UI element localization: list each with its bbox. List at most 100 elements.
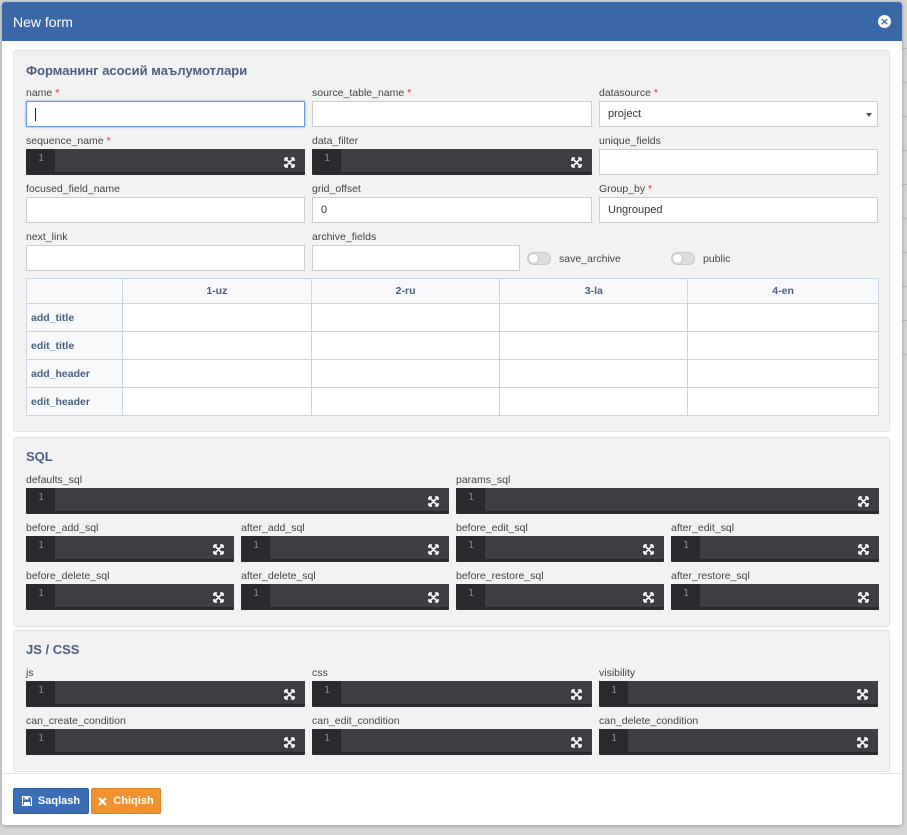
table-cell[interactable] xyxy=(121,303,312,332)
expand-icon[interactable] xyxy=(858,592,869,603)
expand-icon[interactable] xyxy=(857,737,868,748)
table-row: edit_title xyxy=(26,331,879,360)
grid-offset-label: grid_offset xyxy=(312,183,361,195)
unique-fields-input[interactable] xyxy=(599,149,878,175)
table-cell[interactable] xyxy=(310,359,501,388)
modal-footer: Saqlash Chiqish xyxy=(2,773,902,825)
table-cell[interactable] xyxy=(499,387,689,416)
before-delete-sql-editor[interactable]: 1 xyxy=(26,584,234,610)
column-header: 4-en xyxy=(687,278,879,304)
table-cell[interactable] xyxy=(687,331,879,360)
expand-icon[interactable] xyxy=(643,592,654,603)
js-editor[interactable]: 1 xyxy=(26,681,305,707)
expand-icon[interactable] xyxy=(571,689,582,700)
after-delete-sql-editor[interactable]: 1 xyxy=(241,584,449,610)
line-number: 1 xyxy=(599,729,628,752)
expand-icon[interactable] xyxy=(428,544,439,555)
defaults-sql-editor[interactable]: 1 xyxy=(26,488,449,514)
table-cell[interactable] xyxy=(121,331,312,360)
params-sql-editor[interactable]: 1 xyxy=(456,488,879,514)
table-cell[interactable] xyxy=(499,359,689,388)
name-field: name * xyxy=(26,87,305,127)
table-cell[interactable] xyxy=(499,331,689,360)
after-edit-sql-editor[interactable]: 1 xyxy=(671,536,879,562)
css-label: css xyxy=(312,667,328,679)
group-by-input[interactable]: Ungrouped xyxy=(599,197,878,223)
column-header: 2-ru xyxy=(310,278,501,304)
next-link-input[interactable] xyxy=(26,245,305,271)
expand-icon[interactable] xyxy=(284,689,295,700)
expand-icon[interactable] xyxy=(213,544,224,555)
table-cell[interactable] xyxy=(687,359,879,388)
before-restore-sql-editor[interactable]: 1 xyxy=(456,584,664,610)
table-cell[interactable] xyxy=(121,387,312,416)
expand-icon[interactable] xyxy=(858,496,869,507)
expand-icon[interactable] xyxy=(284,737,295,748)
sequence-name-field: sequence_name * 1 xyxy=(26,135,305,175)
expand-icon[interactable] xyxy=(858,544,869,555)
js-css-section: JS / CSS js 1 css 1 visibility 1 can_cre… xyxy=(13,630,890,772)
can-delete-condition-editor[interactable]: 1 xyxy=(599,729,878,755)
before-edit-sql-editor[interactable]: 1 xyxy=(456,536,664,562)
expand-icon[interactable] xyxy=(643,544,654,555)
name-input[interactable] xyxy=(26,101,305,127)
focused-field-name-label: focused_field_name xyxy=(26,183,120,195)
expand-icon[interactable] xyxy=(571,737,582,748)
expand-icon[interactable] xyxy=(284,157,295,168)
visibility-editor[interactable]: 1 xyxy=(599,681,878,707)
line-number: 1 xyxy=(26,584,55,607)
focused-field-name-input[interactable] xyxy=(26,197,305,223)
expand-icon[interactable] xyxy=(428,496,439,507)
can-edit-condition-editor[interactable]: 1 xyxy=(312,729,592,755)
can-create-condition-editor[interactable]: 1 xyxy=(26,729,305,755)
after-restore-sql-editor[interactable]: 1 xyxy=(671,584,879,610)
column-header: 1-uz xyxy=(121,278,312,304)
next-link-field: next_link xyxy=(26,231,305,271)
line-number: 1 xyxy=(599,681,628,704)
close-x-icon xyxy=(98,796,108,806)
table-cell[interactable] xyxy=(310,303,501,332)
table-cell[interactable] xyxy=(687,387,879,416)
public-label: public xyxy=(703,252,731,265)
grid-offset-input[interactable]: 0 xyxy=(312,197,592,223)
sql-title: SQL xyxy=(26,449,53,464)
exit-button[interactable]: Chiqish xyxy=(91,788,161,814)
modal-body: Форманинг асосий маълумотлари name * sou… xyxy=(2,41,902,773)
after-add-sql-editor[interactable]: 1 xyxy=(241,536,449,562)
css-editor[interactable]: 1 xyxy=(312,681,592,707)
js-css-title: JS / CSS xyxy=(26,642,80,657)
datasource-select[interactable]: project xyxy=(599,101,878,127)
required-mark: * xyxy=(407,87,412,99)
table-cell[interactable] xyxy=(310,387,501,416)
name-label: name xyxy=(26,87,53,99)
expand-icon[interactable] xyxy=(428,592,439,603)
archive-fields-input[interactable] xyxy=(312,245,520,271)
expand-icon[interactable] xyxy=(571,157,582,168)
before-add-sql-editor[interactable]: 1 xyxy=(26,536,234,562)
save-button[interactable]: Saqlash xyxy=(13,788,89,814)
table-cell[interactable] xyxy=(310,331,501,360)
group-by-field: Group_by * Ungrouped xyxy=(599,183,878,223)
data-filter-editor[interactable]: 1 xyxy=(312,149,592,175)
source-table-name-label: source_table_name xyxy=(312,87,405,99)
row-header: edit_header xyxy=(26,387,123,416)
after-restore-sql-label: after_restore_sql xyxy=(671,570,750,582)
js-label: js xyxy=(26,667,34,679)
after-delete-sql-field: after_delete_sql 1 xyxy=(241,570,449,610)
table-cell[interactable] xyxy=(121,359,312,388)
sequence-name-editor[interactable]: 1 xyxy=(26,149,305,175)
line-number: 1 xyxy=(312,681,341,704)
close-icon[interactable]: × xyxy=(878,15,891,28)
visibility-field: visibility 1 xyxy=(599,667,878,707)
expand-icon[interactable] xyxy=(213,592,224,603)
table-cell[interactable] xyxy=(687,303,879,332)
table-cell[interactable] xyxy=(499,303,689,332)
expand-icon[interactable] xyxy=(857,689,868,700)
public-toggle[interactable] xyxy=(671,252,695,265)
after-restore-sql-field: after_restore_sql 1 xyxy=(671,570,879,610)
source-table-name-input[interactable] xyxy=(312,101,592,127)
can-delete-condition-field: can_delete_condition 1 xyxy=(599,715,878,755)
before-add-sql-label: before_add_sql xyxy=(26,522,99,534)
before-restore-sql-label: before_restore_sql xyxy=(456,570,544,582)
save-archive-toggle[interactable] xyxy=(527,252,551,265)
